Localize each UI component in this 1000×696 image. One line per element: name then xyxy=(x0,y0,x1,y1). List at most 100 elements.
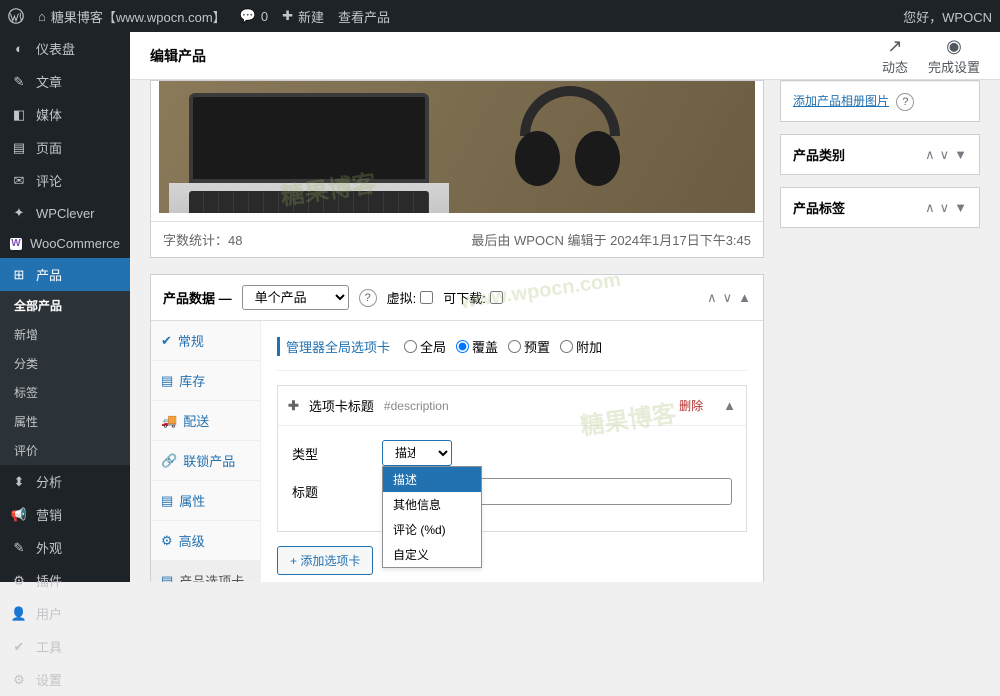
submenu-tags[interactable]: 标签 xyxy=(0,378,130,407)
submenu-attributes[interactable]: 属性 xyxy=(0,407,130,436)
radio-global[interactable]: 全局 xyxy=(404,337,446,356)
menu-posts[interactable]: ✎文章 xyxy=(0,65,130,98)
site-name[interactable]: ⌂ 糖果博客【www.wpocn.com】 xyxy=(38,7,226,26)
move-up-icon[interactable]: ∧ xyxy=(925,200,935,216)
tab-product-tabs[interactable]: ▤产品选项卡 xyxy=(151,561,260,582)
wp-logo[interactable] xyxy=(8,8,24,24)
dashboard-icon: ◐ xyxy=(10,40,28,58)
menu-pages[interactable]: ▤页面 xyxy=(0,131,130,164)
radio-preset[interactable]: 预置 xyxy=(508,337,550,356)
submenu-all-products[interactable]: 全部产品 xyxy=(0,291,130,320)
admin-bar: ⌂ 糖果博客【www.wpocn.com】 💬 0 ✚ 新建 查看产品 您好，W… xyxy=(0,0,1000,32)
products-submenu: 全部产品 新增 分类 标签 属性 评价 xyxy=(0,291,130,465)
product-data-panel: 产品数据 — 单个产品 ? 虚拟: 可下载: ∧ ∨ ▲ ✔常规 ▤库存 🚚配送 🔗… xyxy=(150,274,764,582)
manager-global-tabs-link[interactable]: 管理器全局选项卡 xyxy=(277,337,390,356)
tab-general[interactable]: ✔常规 xyxy=(151,321,260,361)
dropdown-option-custom[interactable]: 自定义 xyxy=(383,542,481,567)
view-products[interactable]: 查看产品 xyxy=(338,7,390,26)
add-tab-button[interactable]: + 添加选项卡 xyxy=(277,546,373,575)
activity-icon: ↗ xyxy=(882,36,908,57)
page-header: 编辑产品 ↗动态 ◉完成设置 xyxy=(130,32,1000,80)
menu-media[interactable]: ◧媒体 xyxy=(0,98,130,131)
collapse-icon[interactable]: ▼ xyxy=(954,147,967,163)
move-up-icon[interactable]: ∧ xyxy=(925,147,935,163)
type-select[interactable]: 描述 xyxy=(382,440,452,466)
wpclever-icon: ✦ xyxy=(10,204,28,222)
menu-settings[interactable]: ⚙设置 xyxy=(0,663,130,696)
menu-products[interactable]: ⊞产品 xyxy=(0,258,130,291)
general-icon: ✔ xyxy=(161,333,172,349)
add-gallery-link[interactable]: 添加产品相册图片 xyxy=(793,94,889,108)
menu-tools[interactable]: ✔工具 xyxy=(0,630,130,663)
advanced-icon: ⚙ xyxy=(161,533,173,549)
new-content[interactable]: ✚ 新建 xyxy=(282,7,324,26)
menu-dashboard[interactable]: ◐仪表盘 xyxy=(0,32,130,65)
users-icon: 👤 xyxy=(10,605,28,623)
move-up-icon[interactable]: ∧ xyxy=(707,290,717,306)
posts-icon: ✎ xyxy=(10,73,28,91)
expand-icon[interactable]: ✚ xyxy=(288,398,299,414)
gallery-panel: 添加产品相册图片 ? xyxy=(780,80,980,122)
product-image xyxy=(151,81,763,221)
radio-override[interactable]: 覆盖 xyxy=(456,337,498,356)
menu-woocommerce[interactable]: WWooCommerce xyxy=(0,229,130,258)
product-type-select[interactable]: 单个产品 xyxy=(242,285,349,310)
help-icon[interactable]: ? xyxy=(359,289,377,307)
activity-button[interactable]: ↗动态 xyxy=(882,36,908,76)
toggle-icon[interactable]: ▲ xyxy=(723,398,736,413)
user-greeting[interactable]: 您好，WPOCN xyxy=(903,7,992,26)
virtual-checkbox[interactable]: 虚拟: xyxy=(387,288,434,307)
shipping-icon: 🚚 xyxy=(161,413,177,429)
comments-count[interactable]: 💬 0 xyxy=(240,8,268,24)
submenu-category[interactable]: 分类 xyxy=(0,349,130,378)
help-icon[interactable]: ? xyxy=(896,93,914,111)
downloadable-checkbox[interactable]: 可下载: xyxy=(443,288,503,307)
collapse-icon[interactable]: ▼ xyxy=(954,200,967,216)
collapse-icon[interactable]: ▲ xyxy=(738,290,751,306)
comments-icon: ✉ xyxy=(10,172,28,190)
word-count: 字数统计：48 xyxy=(163,230,242,249)
menu-comments[interactable]: ✉评论 xyxy=(0,164,130,197)
dropdown-option-description[interactable]: 描述 xyxy=(383,467,481,492)
product-data-title: 产品数据 — xyxy=(163,288,232,307)
menu-marketing[interactable]: 📢营销 xyxy=(0,498,130,531)
tab-advanced[interactable]: ⚙高级 xyxy=(151,521,260,561)
media-icon: ◧ xyxy=(10,106,28,124)
tab-shipping[interactable]: 🚚配送 xyxy=(151,401,260,441)
menu-appearance[interactable]: ✎外观 xyxy=(0,531,130,564)
finish-icon: ◉ xyxy=(928,36,980,57)
category-panel: 产品类别∧∨▼ xyxy=(780,134,980,175)
inventory-icon: ▤ xyxy=(161,373,173,389)
type-label: 类型 xyxy=(292,444,382,463)
menu-wpclever[interactable]: ✦WPClever xyxy=(0,197,130,229)
marketing-icon: 📢 xyxy=(10,506,28,524)
move-down-icon[interactable]: ∨ xyxy=(940,147,950,163)
move-down-icon[interactable]: ∨ xyxy=(723,290,733,306)
tab-linked[interactable]: 🔗联锁产品 xyxy=(151,441,260,481)
menu-plugins[interactable]: ⚙插件 xyxy=(0,564,130,597)
move-down-icon[interactable]: ∨ xyxy=(940,200,950,216)
dropdown-option-reviews[interactable]: 评论 (%d) xyxy=(383,517,481,542)
page-title: 编辑产品 xyxy=(150,46,206,66)
type-dropdown: 描述 其他信息 评论 (%d) 自定义 xyxy=(382,466,482,568)
delete-button[interactable]: 删除 xyxy=(679,397,703,414)
tab-attributes[interactable]: ▤属性 xyxy=(151,481,260,521)
menu-analytics[interactable]: ⬍分析 xyxy=(0,465,130,498)
menu-users[interactable]: 👤用户 xyxy=(0,597,130,630)
products-icon: ⊞ xyxy=(10,266,28,284)
submenu-reviews[interactable]: 评价 xyxy=(0,436,130,465)
linked-icon: 🔗 xyxy=(161,453,177,469)
pages-icon: ▤ xyxy=(10,139,28,157)
tags-panel: 产品标签 ∧ ∨▼ xyxy=(780,187,980,228)
finish-setup-button[interactable]: ◉完成设置 xyxy=(928,36,980,76)
editor-box: 字数统计：48 最后由 WPOCN 编辑于 2024年1月17日下午3:45 xyxy=(150,80,764,258)
tools-icon: ✔ xyxy=(10,638,28,656)
tags-title: 产品标签 xyxy=(793,198,845,217)
tab-inventory[interactable]: ▤库存 xyxy=(151,361,260,401)
dropdown-option-other[interactable]: 其他信息 xyxy=(383,492,481,517)
submenu-new[interactable]: 新增 xyxy=(0,320,130,349)
product-data-tabs: ✔常规 ▤库存 🚚配送 🔗联锁产品 ▤属性 ⚙高级 ▤产品选项卡 xyxy=(151,321,261,582)
admin-sidebar: ◐仪表盘 ✎文章 ◧媒体 ▤页面 ✉评论 ✦WPClever WWooComme… xyxy=(0,32,130,582)
analytics-icon: ⬍ xyxy=(10,473,28,491)
radio-append[interactable]: 附加 xyxy=(560,337,602,356)
